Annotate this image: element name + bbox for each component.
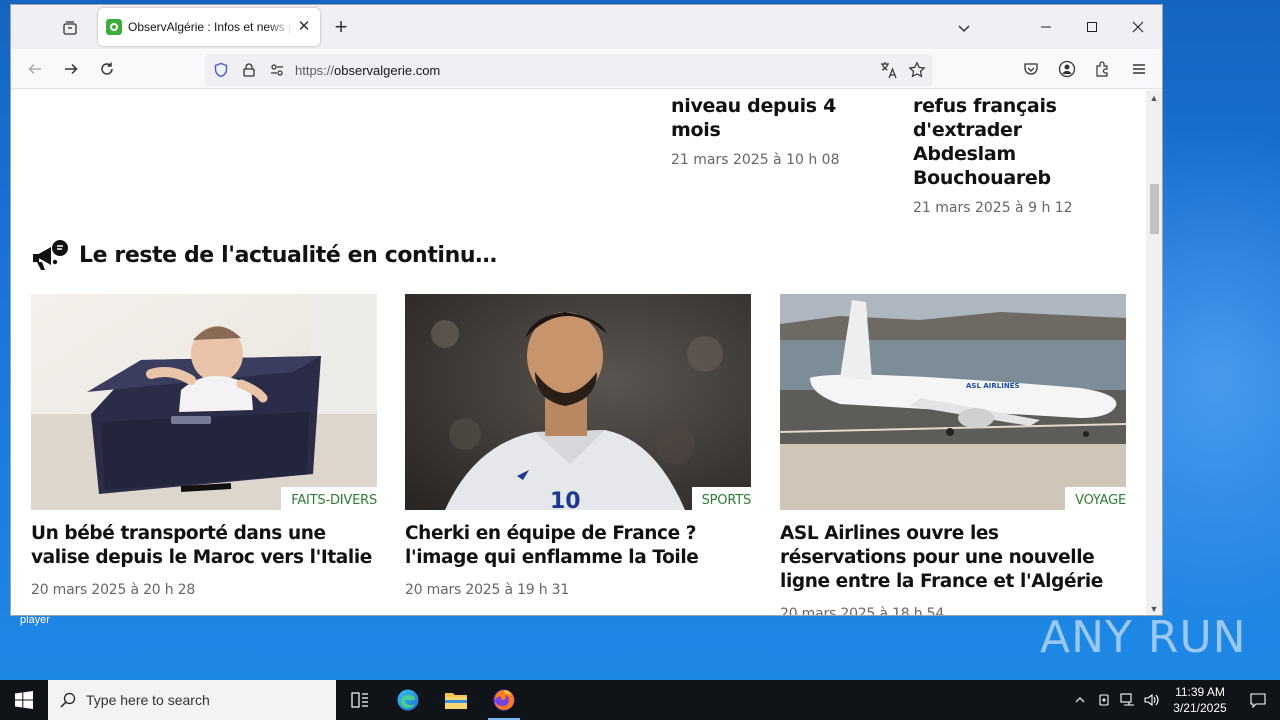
close-tab-icon[interactable]: ✕ (296, 19, 312, 35)
clock-time: 11:39 AM (1175, 685, 1225, 699)
windows-start-icon[interactable] (0, 680, 48, 720)
megaphone-icon (33, 240, 68, 270)
article-card-3[interactable]: ASL AIRLINES VOYAGE ASL Airlines ouvre l… (780, 294, 1126, 616)
navigation-bar: https://observalgerie.com (11, 49, 1162, 89)
section-header: Le reste de l'actualité en continu… (31, 236, 497, 274)
page-content: niveau depuis 4 mois 21 mars 2025 à 10 h… (11, 90, 1148, 616)
account-icon[interactable] (1055, 57, 1079, 81)
close-window-button[interactable] (1115, 5, 1161, 49)
list-all-tabs-icon[interactable] (953, 17, 975, 39)
url-text[interactable]: https://observalgerie.com (295, 63, 440, 78)
file-explorer-icon[interactable] (432, 680, 480, 720)
tracking-shield-icon[interactable] (211, 60, 231, 80)
firefox-icon[interactable] (480, 680, 528, 720)
site-favicon-icon (106, 19, 122, 35)
edge-browser-icon[interactable] (384, 680, 432, 720)
system-tray: 11:39 AM 3/21/2025 (1068, 680, 1280, 720)
url-host: observalgerie.com (334, 63, 441, 78)
minimize-button[interactable] (1023, 5, 1069, 49)
article-card-1[interactable]: FAITS-DIVERS Un bébé transporté dans une… (31, 294, 377, 598)
bookmark-star-icon[interactable] (907, 60, 927, 80)
article-image-baby-suitcase[interactable]: FAITS-DIVERS (31, 294, 377, 510)
article-date: 21 mars 2025 à 9 h 12 (913, 200, 1073, 216)
tab-list-icon[interactable] (57, 16, 83, 40)
tab-observalgerie[interactable]: ObservAlgérie : Infos et news politique … (98, 8, 320, 46)
reload-button[interactable] (95, 57, 119, 81)
article-image-airplane[interactable]: ASL AIRLINES VOYAGE (780, 294, 1126, 510)
top-article-2[interactable]: refus français d'extrader Abdeslam Bouch… (913, 94, 1128, 216)
task-view-icon[interactable] (336, 680, 384, 720)
volume-icon[interactable] (1140, 693, 1164, 707)
search-placeholder: Type here to search (86, 692, 210, 708)
scroll-down-arrow-icon[interactable]: ▼ (1149, 604, 1159, 614)
back-button[interactable] (23, 57, 47, 81)
extensions-icon[interactable] (1091, 57, 1115, 81)
browser-window: ObservAlgérie : Infos et news politique … (10, 4, 1163, 616)
jersey-number: 10 (550, 489, 581, 510)
article-headline[interactable]: Un bébé transporté dans une valise depui… (31, 522, 377, 570)
pocket-icon[interactable] (1019, 57, 1043, 81)
article-date: 20 mars 2025 à 18 h 54 (780, 606, 945, 616)
anyrun-watermark: ANY RUN (1040, 612, 1247, 663)
translate-icon[interactable] (879, 60, 899, 80)
article-date: 20 mars 2025 à 19 h 31 (405, 582, 570, 598)
article-date: 20 mars 2025 à 20 h 28 (31, 582, 196, 598)
url-bar[interactable]: https://observalgerie.com (205, 54, 933, 86)
scrollbar-thumb[interactable] (1150, 184, 1159, 234)
new-tab-button[interactable]: + (329, 16, 353, 40)
article-image-cherki[interactable]: 10 SPORTS (405, 294, 751, 510)
taskbar-search-box[interactable]: Type here to search (48, 680, 336, 720)
notifications-icon[interactable] (1236, 692, 1280, 708)
menu-hamburger-icon[interactable] (1127, 57, 1151, 81)
category-tag[interactable]: VOYAGE (1065, 487, 1126, 510)
article-headline[interactable]: Cherki en équipe de France ? l'image qui… (405, 522, 751, 570)
article-headline[interactable]: refus français d'extrader Abdeslam Bouch… (913, 94, 1128, 190)
category-tag[interactable]: SPORTS (691, 487, 751, 510)
article-card-2[interactable]: 10 SPORTS Cherki en équipe de France ? l… (405, 294, 751, 598)
lock-icon[interactable] (239, 60, 259, 80)
tab-title: ObservAlgérie : Infos et news politique (128, 20, 292, 34)
taskbar: Type here to search 11:39 AM 3/21/2025 (0, 680, 1280, 720)
article-headline[interactable]: ASL Airlines ouvre les réservations pour… (780, 522, 1126, 594)
device-icon[interactable] (1092, 693, 1116, 707)
forward-button[interactable] (59, 57, 83, 81)
permissions-icon[interactable] (267, 60, 287, 80)
page-scrollbar[interactable]: ▲ ▼ (1146, 90, 1162, 615)
clock-date: 3/21/2025 (1173, 701, 1227, 715)
search-icon (60, 692, 76, 708)
top-article-1[interactable]: niveau depuis 4 mois 21 mars 2025 à 10 h… (671, 94, 891, 168)
tab-bar: ObservAlgérie : Infos et news politique … (11, 5, 1162, 49)
category-tag[interactable]: FAITS-DIVERS (281, 487, 377, 510)
watermark-text: ANY RUN (1040, 612, 1247, 663)
url-protocol: https:// (295, 63, 335, 78)
article-date: 21 mars 2025 à 10 h 08 (671, 152, 840, 168)
network-icon[interactable] (1116, 693, 1140, 707)
plane-livery-text: ASL AIRLINES (966, 382, 1020, 390)
article-headline[interactable]: niveau depuis 4 mois (671, 94, 891, 142)
section-title: Le reste de l'actualité en continu… (79, 242, 497, 268)
maximize-button[interactable] (1069, 5, 1115, 49)
show-hidden-icons-icon[interactable] (1068, 694, 1092, 706)
scroll-up-arrow-icon[interactable]: ▲ (1149, 93, 1159, 103)
taskbar-clock[interactable]: 11:39 AM 3/21/2025 (1164, 684, 1236, 716)
